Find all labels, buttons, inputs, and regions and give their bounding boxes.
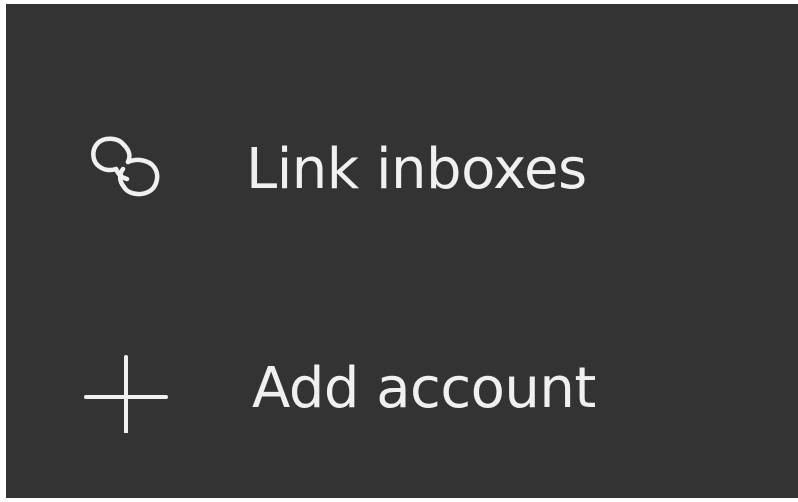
add-account-label: Add account [252, 356, 596, 421]
link-inboxes-menu-item[interactable]: Link inboxes [6, 116, 798, 226]
add-account-menu-item[interactable]: Add account [6, 338, 798, 448]
link-inboxes-label: Link inboxes [246, 137, 587, 202]
link-icon [82, 131, 172, 211]
account-menu-panel: Link inboxes Add account [6, 4, 798, 498]
plus-icon [82, 353, 172, 433]
